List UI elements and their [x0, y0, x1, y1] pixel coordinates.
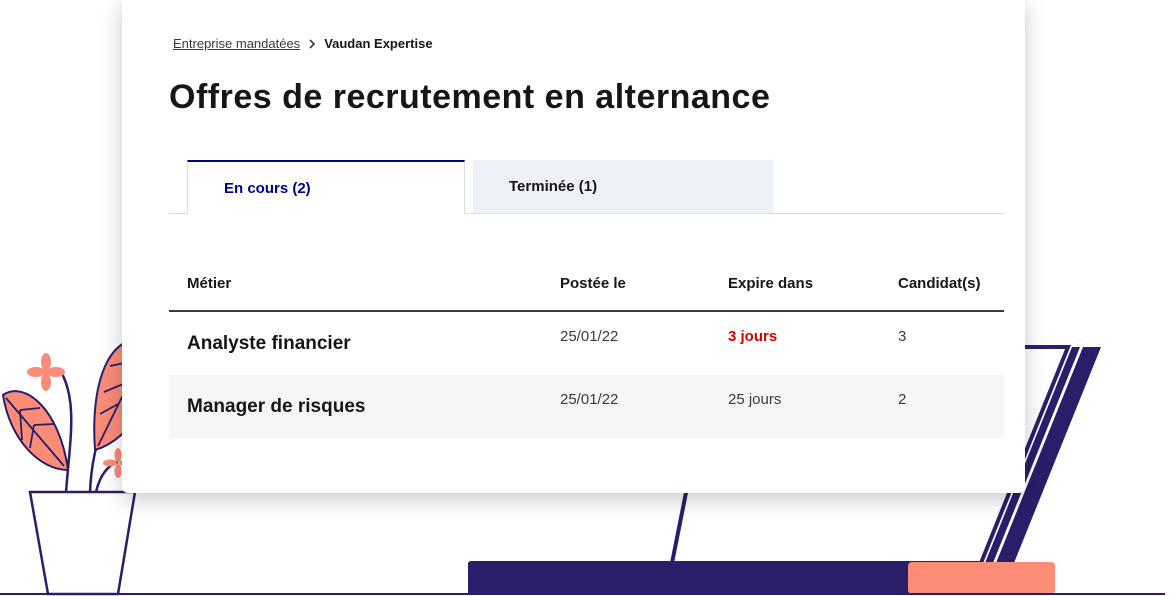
breadcrumb-current: Vaudan Expertise [324, 36, 433, 51]
header-candidats[interactable]: Candidat(s) [898, 275, 981, 292]
chevron-right-icon [308, 38, 316, 49]
cell-postee: 25/01/22 [560, 391, 619, 408]
cell-expire: 25 jours [728, 391, 782, 408]
table-row[interactable]: Manager de risques 25/01/22 25 jours 2 [169, 375, 1004, 438]
cell-postee: 25/01/22 [560, 328, 619, 345]
header-postee-le[interactable]: Postée le [560, 275, 626, 292]
tab-terminee[interactable]: Terminée (1) [473, 160, 773, 213]
offers-table: Métier Postée le Expire dans Candidat(s)… [169, 262, 1004, 438]
cell-candidats: 3 [898, 328, 907, 345]
cell-metier[interactable]: Analyste financier [187, 312, 351, 375]
breadcrumb: Entreprise mandatées Vaudan Expertise [173, 36, 433, 51]
cell-metier[interactable]: Manager de risques [187, 375, 365, 438]
job-offers-card: Entreprise mandatées Vaudan Expertise Of… [122, 0, 1025, 493]
header-expire-dans[interactable]: Expire dans [728, 275, 813, 292]
header-metier[interactable]: Métier [187, 275, 231, 292]
breadcrumb-link-entreprises[interactable]: Entreprise mandatées [173, 36, 300, 51]
cell-expire: 3 jours [728, 328, 778, 345]
tab-list: En cours (2) Terminée (1) [169, 160, 1004, 214]
tab-en-cours[interactable]: En cours (2) [187, 160, 465, 214]
cell-candidats: 2 [898, 391, 907, 408]
page-title: Offres de recrutement en alternance [169, 78, 771, 116]
table-header: Métier Postée le Expire dans Candidat(s) [169, 262, 1004, 312]
table-row[interactable]: Analyste financier 25/01/22 3 jours 3 [169, 312, 1004, 375]
